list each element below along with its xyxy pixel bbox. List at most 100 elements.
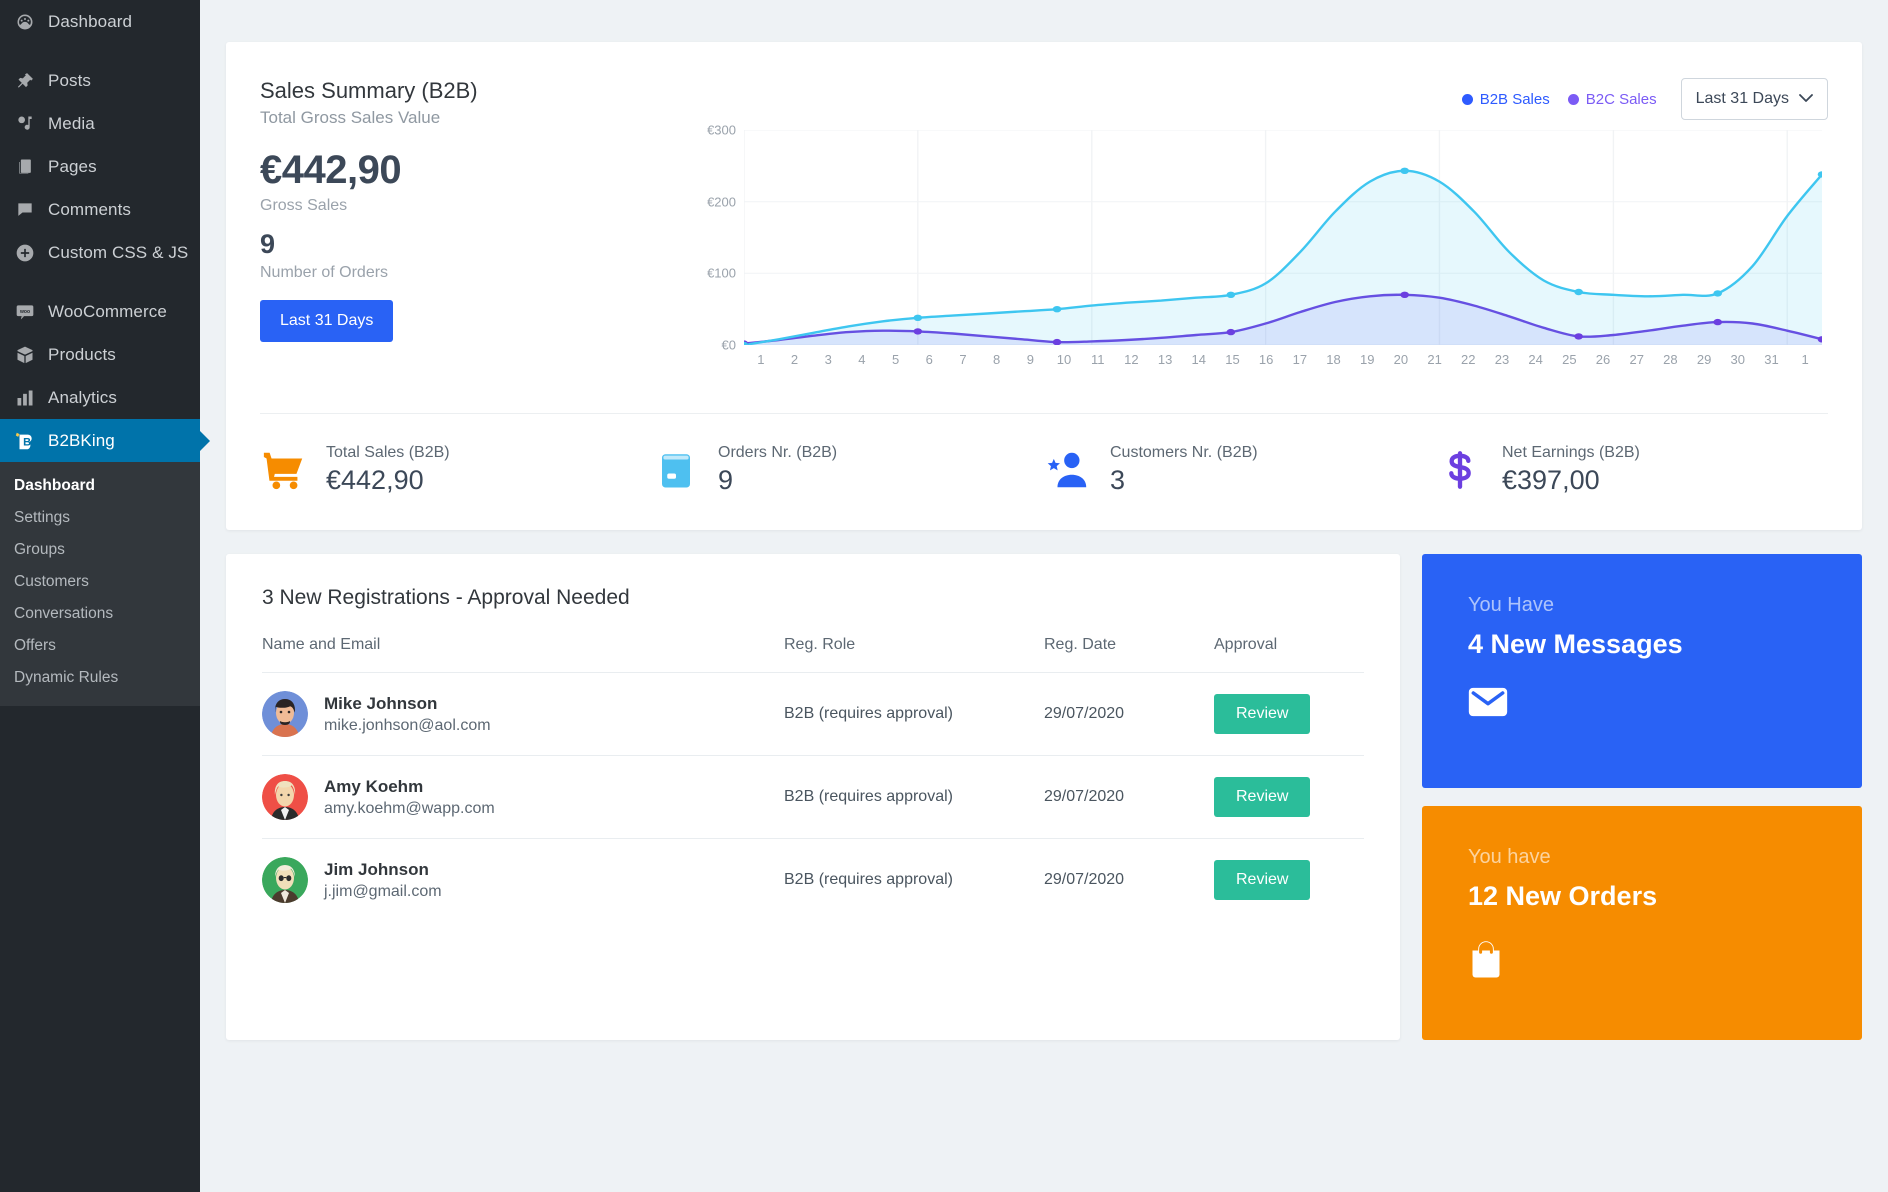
sidebar-item-comments[interactable]: Comments bbox=[0, 188, 200, 231]
summary-figures: Sales Summary (B2B) Total Gross Sales Va… bbox=[260, 78, 680, 385]
review-button[interactable]: Review bbox=[1214, 777, 1310, 817]
new-orders-card[interactable]: You have 12 New Orders bbox=[1422, 806, 1862, 1040]
promo-title: 12 New Orders bbox=[1468, 881, 1816, 912]
dashboard-page: Dashboard Posts Media Pages Comments Cus… bbox=[0, 0, 1888, 1192]
x-axis-tick: 27 bbox=[1620, 352, 1654, 367]
orders-count-caption: Number of Orders bbox=[260, 264, 680, 282]
table-row: Amy Koehm amy.koehm@wapp.com B2B (requir… bbox=[262, 756, 1364, 839]
stat-customer-star: Customers Nr. (B2B) 3 bbox=[1044, 444, 1436, 496]
x-axis-tick: 7 bbox=[946, 352, 980, 367]
package-icon bbox=[652, 446, 700, 494]
date-range-value: Last 31 Days bbox=[1696, 90, 1789, 108]
chart-svg bbox=[744, 130, 1822, 345]
plus-circle-icon bbox=[14, 242, 36, 264]
x-axis-tick: 1 bbox=[1788, 352, 1822, 367]
x-axis-tick: 31 bbox=[1755, 352, 1789, 367]
summary-subtitle: Total Gross Sales Value bbox=[260, 108, 680, 128]
legend-b2b-dot bbox=[1462, 94, 1473, 105]
x-axis-tick: 11 bbox=[1081, 352, 1115, 367]
sidebar-item-analytics[interactable]: Analytics bbox=[0, 376, 200, 419]
dollar-icon bbox=[1436, 446, 1484, 494]
promo-column: You Have 4 New Messages You have 12 New … bbox=[1422, 554, 1862, 1040]
cell-date: 29/07/2020 bbox=[1044, 756, 1214, 839]
x-axis-tick: 29 bbox=[1687, 352, 1721, 367]
stat-package: Orders Nr. (B2B) 9 bbox=[652, 444, 1044, 496]
stats-row: Total Sales (B2B) €442,90 Orders Nr. (B2… bbox=[260, 413, 1828, 530]
sidebar-subitem-customers[interactable]: Customers bbox=[0, 566, 200, 598]
x-axis-tick: 30 bbox=[1721, 352, 1755, 367]
svg-text:woo: woo bbox=[19, 308, 30, 314]
media-icon bbox=[14, 113, 36, 135]
sidebar-item-label: Custom CSS & JS bbox=[48, 243, 188, 263]
table-header-row: Name and Email Reg. Role Reg. Date Appro… bbox=[262, 636, 1364, 673]
sidebar-item-label: Dashboard bbox=[48, 12, 132, 32]
new-messages-card[interactable]: You Have 4 New Messages bbox=[1422, 554, 1862, 788]
x-axis-tick: 28 bbox=[1654, 352, 1688, 367]
b2bking-submenu: DashboardSettingsGroupsCustomersConversa… bbox=[0, 462, 200, 706]
sidebar-item-dashboard[interactable]: Dashboard bbox=[0, 0, 200, 43]
registrations-table: Name and Email Reg. Role Reg. Date Appro… bbox=[262, 636, 1364, 921]
sales-line-chart: €0€100€200€300 1234567891011121314151617… bbox=[690, 130, 1828, 385]
cell-approval: Review bbox=[1214, 756, 1364, 839]
sidebar-item-label: Comments bbox=[48, 200, 131, 220]
person-email: amy.koehm@wapp.com bbox=[324, 800, 495, 818]
x-axis-tick: 15 bbox=[1216, 352, 1250, 367]
x-axis-tick: 22 bbox=[1451, 352, 1485, 367]
sidebar-subitem-dashboard[interactable]: Dashboard bbox=[0, 470, 200, 502]
sidebar-item-posts[interactable]: Posts bbox=[0, 59, 200, 102]
sidebar-item-label: Posts bbox=[48, 71, 91, 91]
sidebar-subitem-groups[interactable]: Groups bbox=[0, 534, 200, 566]
pin-icon bbox=[14, 70, 36, 92]
person-name: Amy Koehm bbox=[324, 777, 423, 796]
x-axis-tick: 6 bbox=[912, 352, 946, 367]
sales-summary-card: Sales Summary (B2B) Total Gross Sales Va… bbox=[226, 42, 1862, 530]
admin-sidebar: Dashboard Posts Media Pages Comments Cus… bbox=[0, 0, 200, 1192]
x-axis-tick: 16 bbox=[1249, 352, 1283, 367]
stat-value: 9 bbox=[718, 465, 837, 496]
sidebar-subitem-dynamic-rules[interactable]: Dynamic Rules bbox=[0, 662, 200, 694]
x-axis-tick: 19 bbox=[1350, 352, 1384, 367]
b2bking-icon: B bbox=[14, 430, 36, 452]
sidebar-item-woocommerce[interactable]: woo WooCommerce bbox=[0, 290, 200, 333]
customer-star-icon bbox=[1044, 446, 1092, 494]
sidebar-subitem-offers[interactable]: Offers bbox=[0, 630, 200, 662]
sidebar-item-label: Pages bbox=[48, 157, 97, 177]
col-header-name: Name and Email bbox=[262, 636, 784, 673]
sidebar-item-b2bking[interactable]: B B2BKing bbox=[0, 419, 200, 462]
sidebar-subitem-conversations[interactable]: Conversations bbox=[0, 598, 200, 630]
x-axis-tick: 20 bbox=[1384, 352, 1418, 367]
sidebar-item-media[interactable]: Media bbox=[0, 102, 200, 145]
registrations-card: 3 New Registrations - Approval Needed Na… bbox=[226, 554, 1400, 1040]
y-axis-tick: €100 bbox=[707, 266, 736, 281]
cell-person: Jim Johnson j.jim@gmail.com bbox=[262, 839, 784, 922]
pages-icon bbox=[14, 156, 36, 178]
promo-subtitle: You Have bbox=[1468, 594, 1816, 617]
date-range-select[interactable]: Last 31 Days bbox=[1681, 78, 1828, 120]
x-axis-tick: 18 bbox=[1317, 352, 1351, 367]
cell-role: B2B (requires approval) bbox=[784, 756, 1044, 839]
table-row: Jim Johnson j.jim@gmail.com B2B (require… bbox=[262, 839, 1364, 922]
main-content: Sales Summary (B2B) Total Gross Sales Va… bbox=[200, 0, 1888, 1192]
review-button[interactable]: Review bbox=[1214, 860, 1310, 900]
svg-text:B: B bbox=[23, 436, 31, 448]
review-button[interactable]: Review bbox=[1214, 694, 1310, 734]
sidebar-item-pages[interactable]: Pages bbox=[0, 145, 200, 188]
cell-role: B2B (requires approval) bbox=[784, 673, 1044, 756]
sidebar-separator bbox=[0, 274, 200, 290]
sidebar-separator bbox=[0, 43, 200, 59]
x-axis-tick: 12 bbox=[1115, 352, 1149, 367]
person-email: j.jim@gmail.com bbox=[324, 883, 442, 901]
sidebar-subitem-settings[interactable]: Settings bbox=[0, 502, 200, 534]
range-button[interactable]: Last 31 Days bbox=[260, 300, 393, 342]
page-title: Sales Summary (B2B) bbox=[260, 78, 680, 104]
sidebar-item-custom-css-js[interactable]: Custom CSS & JS bbox=[0, 231, 200, 274]
envelope-icon bbox=[1468, 686, 1816, 723]
x-axis-tick: 1 bbox=[744, 352, 778, 367]
sidebar-item-label: B2BKing bbox=[48, 431, 115, 451]
sidebar-item-label: Media bbox=[48, 114, 95, 134]
stat-label: Total Sales (B2B) bbox=[326, 444, 450, 461]
cell-person: Amy Koehm amy.koehm@wapp.com bbox=[262, 756, 784, 839]
stat-value: 3 bbox=[1110, 465, 1258, 496]
avatar bbox=[262, 691, 308, 737]
sidebar-item-products[interactable]: Products bbox=[0, 333, 200, 376]
